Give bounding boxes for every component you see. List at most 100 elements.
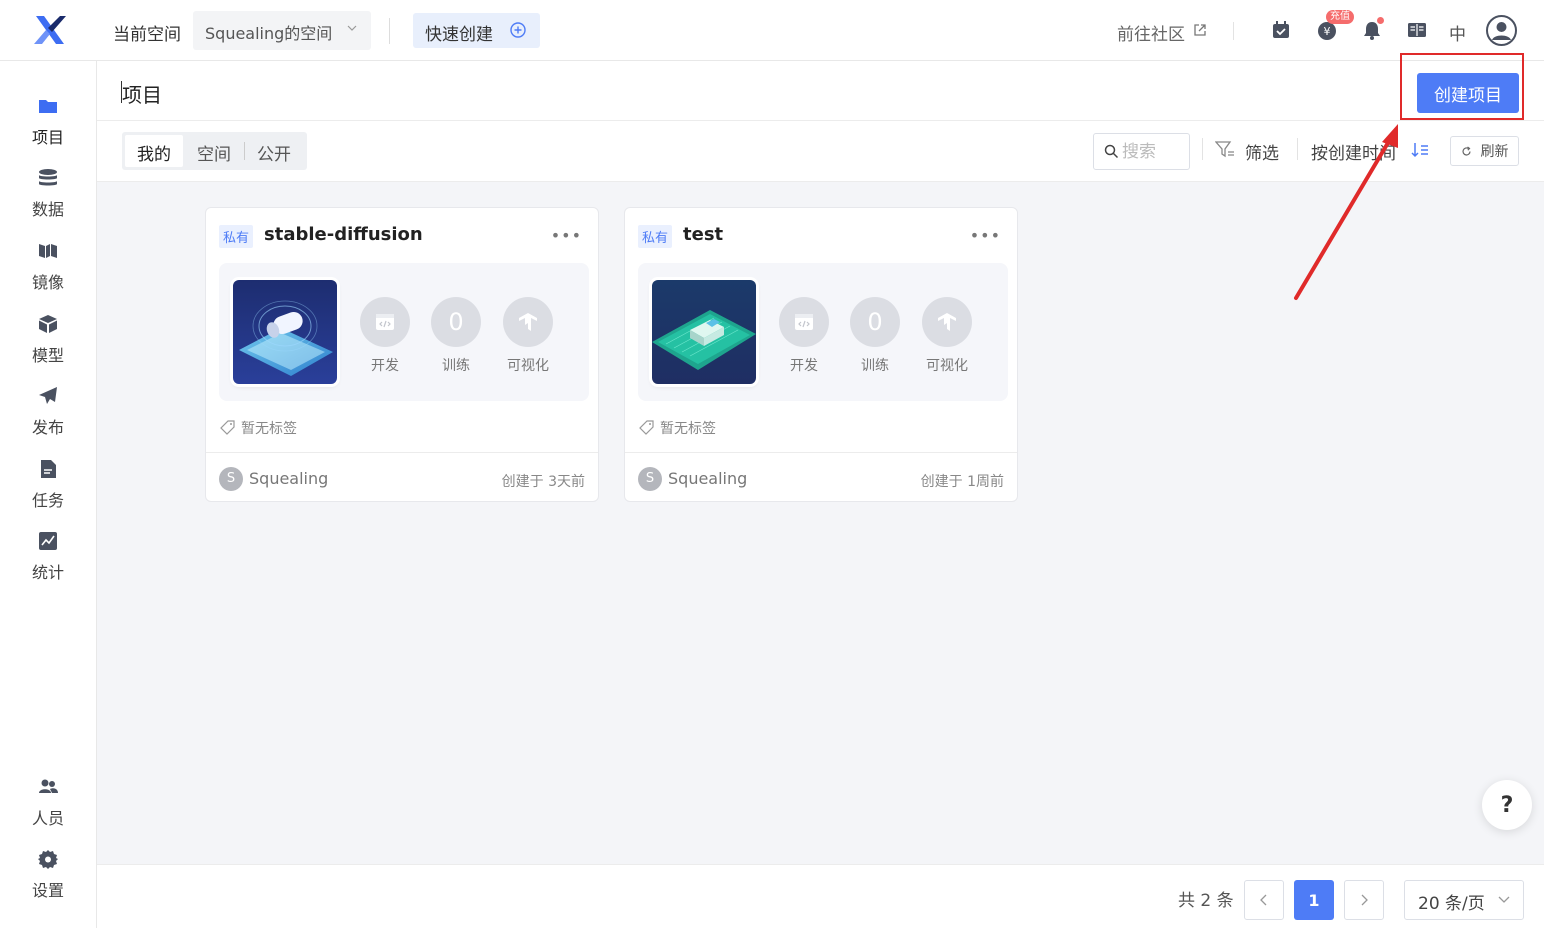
sidebar-item-publish[interactable]: 发布 — [0, 385, 96, 445]
tab-space[interactable]: 空间 — [185, 135, 243, 167]
sidebar-item-label: 发布 — [31, 418, 64, 437]
next-page-button[interactable] — [1344, 880, 1384, 920]
calendar-icon[interactable] — [1270, 19, 1292, 41]
pagination-bar: 共 2 条 1 20 条/页 — [97, 864, 1544, 928]
community-link-label: 前往社区 — [1117, 25, 1185, 45]
code-window-icon — [360, 297, 410, 347]
owner-name: Squealing — [668, 469, 748, 488]
no-tags-text: 暂无标签 — [241, 421, 297, 437]
external-link-icon — [1194, 24, 1206, 36]
chevron-down-icon — [347, 25, 357, 31]
train-action[interactable]: 0 训练 — [426, 297, 486, 387]
project-card[interactable]: 私有 stable-diffusion ••• 开发 0 训练 可视化 暂无标签… — [205, 207, 599, 502]
tensorboard-icon — [922, 297, 972, 347]
users-icon — [39, 779, 58, 793]
tags-area: 暂无标签 — [639, 418, 716, 438]
page-size-select[interactable]: 20 条/页 — [1404, 880, 1524, 920]
train-count: 0 — [431, 297, 481, 347]
sidebar-item-tasks[interactable]: 任务 — [0, 458, 96, 518]
no-tags-text: 暂无标签 — [660, 421, 716, 437]
sidebar-item-label: 任务 — [31, 491, 64, 510]
more-menu-icon[interactable]: ••• — [551, 226, 582, 245]
sidebar-item-data[interactable]: 数据 — [0, 167, 96, 227]
project-card[interactable]: 私有 test ••• 开发 0 训练 可视化 暂无标签 S Squealing… — [624, 207, 1018, 502]
tag-icon — [639, 420, 654, 435]
user-avatar-icon[interactable] — [1486, 15, 1517, 46]
search-icon — [1104, 144, 1119, 159]
tag-icon — [220, 420, 235, 435]
project-actions-panel: 开发 0 训练 可视化 — [219, 263, 589, 401]
divider — [206, 452, 598, 453]
sidebar-item-models[interactable]: 模型 — [0, 313, 96, 373]
help-button[interactable]: ? — [1482, 780, 1532, 830]
sidebar-item-settings[interactable]: 设置 — [0, 848, 96, 908]
chevron-right-icon — [1361, 894, 1368, 906]
sort-desc-icon[interactable] — [1411, 142, 1429, 158]
filter-label: 筛选 — [1245, 144, 1279, 164]
prev-page-button[interactable] — [1244, 880, 1284, 920]
cube-icon — [39, 315, 57, 333]
refresh-button[interactable]: 刷新 — [1450, 136, 1519, 166]
quick-create-label: 快速创建 — [425, 25, 493, 45]
plus-circle-icon — [510, 22, 526, 38]
recharge-badge[interactable]: 充值 — [1326, 10, 1354, 24]
chevron-left-icon — [1260, 894, 1267, 906]
current-space-label: 当前空间 — [113, 25, 181, 45]
sidebar-item-images[interactable]: 镜像 — [0, 240, 96, 300]
folder-icon — [39, 100, 57, 113]
community-link[interactable]: 前往社区 — [1117, 20, 1206, 45]
scope-tabs: 我的 空间 公开 — [122, 132, 307, 170]
tab-public[interactable]: 公开 — [245, 135, 303, 167]
tab-mine[interactable]: 我的 — [125, 135, 183, 167]
annotation-arrow-icon — [1294, 124, 1398, 300]
space-select-value: Squealing的空间 — [205, 24, 333, 43]
visualize-action[interactable]: 可视化 — [498, 297, 558, 387]
sidebar-item-members[interactable]: 人员 — [0, 776, 96, 836]
project-name[interactable]: test — [683, 224, 723, 245]
sidebar-item-label: 数据 — [31, 200, 64, 219]
action-label: 可视化 — [507, 358, 549, 374]
app-logo-icon[interactable] — [30, 12, 70, 48]
docs-book-icon[interactable] — [1406, 19, 1428, 41]
develop-action[interactable]: 开发 — [774, 297, 834, 387]
train-count: 0 — [850, 297, 900, 347]
sidebar-item-label: 设置 — [31, 881, 64, 900]
notification-dot — [1377, 17, 1384, 24]
sidebar-item-statistics[interactable]: 统计 — [0, 530, 96, 590]
filter-button[interactable]: 筛选 — [1215, 139, 1279, 164]
tags-area: 暂无标签 — [220, 418, 297, 438]
owner-avatar: S — [638, 467, 662, 491]
visibility-badge: 私有 — [219, 225, 254, 248]
tensorboard-icon — [503, 297, 553, 347]
cylinder-illustration-icon — [233, 280, 337, 384]
refresh-icon — [1462, 146, 1471, 156]
visibility-badge: 私有 — [638, 225, 673, 248]
refresh-label: 刷新 — [1480, 144, 1509, 160]
project-name[interactable]: stable-diffusion — [264, 224, 423, 245]
search-box[interactable] — [1093, 133, 1190, 170]
total-count: 共 2 条 — [1178, 891, 1234, 911]
gear-icon — [38, 850, 58, 869]
chevron-down-icon — [1498, 896, 1510, 903]
language-switch[interactable]: 中 — [1449, 20, 1466, 45]
svg-text:¥: ¥ — [1324, 25, 1331, 38]
train-action[interactable]: 0 训练 — [845, 297, 905, 387]
action-label: 开发 — [371, 358, 399, 374]
created-time: 创建于 3天前 — [501, 474, 585, 490]
more-menu-icon[interactable]: ••• — [970, 226, 1001, 245]
develop-action[interactable]: 开发 — [355, 297, 415, 387]
sidebar-item-label: 镜像 — [31, 273, 64, 292]
page-size-value: 20 条/页 — [1418, 894, 1485, 914]
visualize-action[interactable]: 可视化 — [917, 297, 977, 387]
page-number-current[interactable]: 1 — [1294, 880, 1334, 920]
action-label: 训练 — [861, 358, 889, 374]
project-thumbnail — [233, 280, 337, 384]
create-project-button[interactable]: 创建项目 — [1417, 73, 1519, 113]
space-select[interactable]: Squealing的空间 — [193, 11, 371, 50]
action-label: 开发 — [790, 358, 818, 374]
quick-create-button[interactable]: 快速创建 — [413, 13, 540, 48]
page-header: 项目 创建项目 — [97, 53, 1544, 121]
search-input[interactable] — [1122, 139, 1186, 165]
sidebar-item-projects[interactable]: 项目 — [0, 95, 96, 155]
sidebar-item-label: 模型 — [31, 346, 64, 365]
